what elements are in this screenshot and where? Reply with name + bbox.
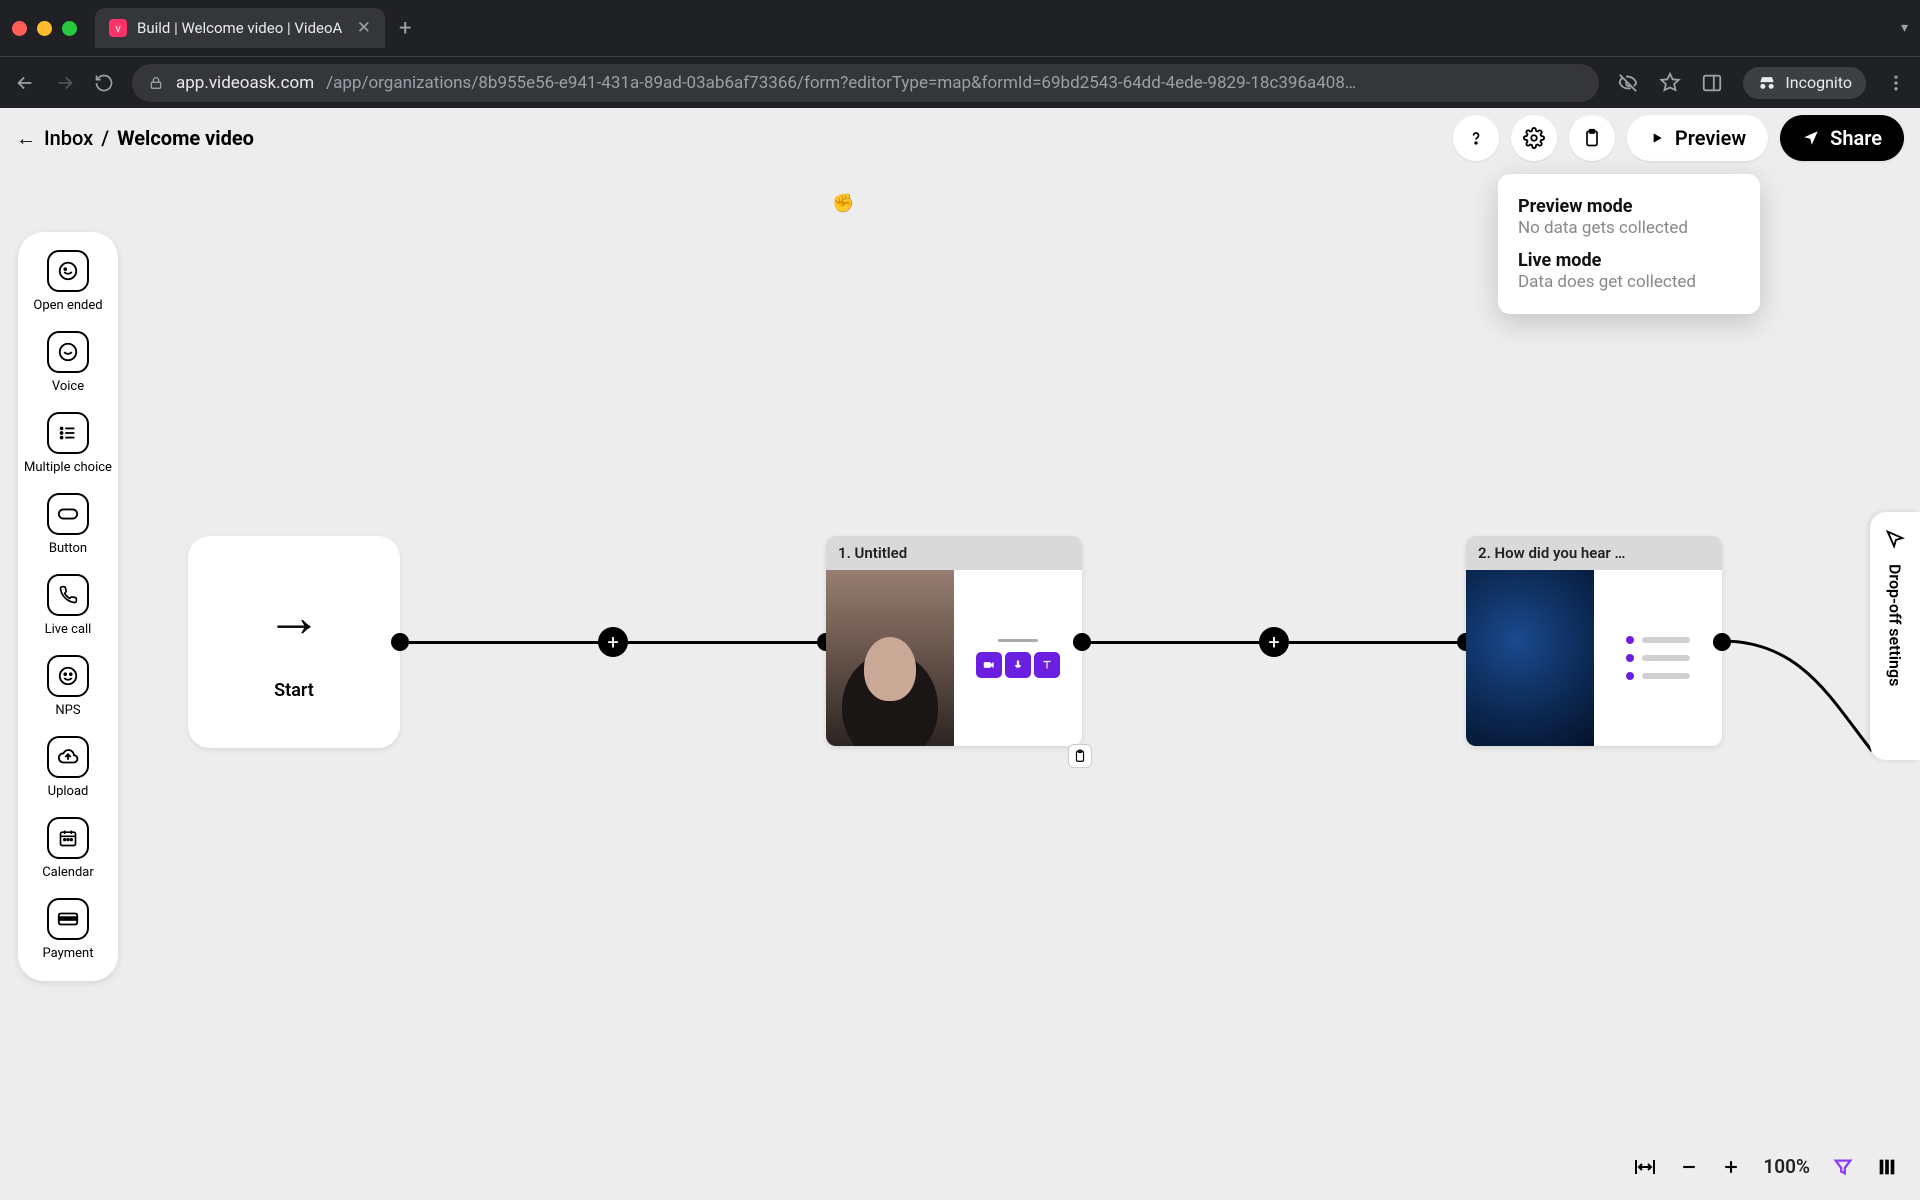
- choice-preview: [1626, 672, 1690, 680]
- window-controls[interactable]: [12, 21, 77, 36]
- choice-preview: [1626, 636, 1690, 644]
- dropoff-label: Drop-off settings: [1886, 564, 1905, 686]
- text-chip-icon: [1034, 652, 1060, 678]
- add-step-button[interactable]: +: [1259, 627, 1289, 657]
- placeholder-line: [998, 639, 1038, 642]
- incognito-icon: [1757, 73, 1777, 93]
- incognito-badge[interactable]: Incognito: [1743, 67, 1866, 99]
- nav-back-button[interactable]: [14, 72, 36, 94]
- kebab-menu-icon[interactable]: [1886, 73, 1906, 93]
- tabs-overflow-icon[interactable]: ▾: [1901, 20, 1908, 36]
- fit-width-button[interactable]: [1633, 1157, 1657, 1177]
- app-viewport: ← Inbox / Welcome video Preview Share Pr…: [0, 108, 1920, 1200]
- zoom-value: 100%: [1763, 1155, 1810, 1178]
- browser-address-bar: app.videoask.com/app/organizations/8b955…: [0, 56, 1920, 108]
- browser-titlebar: v Build | Welcome video | VideoA ✕ + ▾: [0, 0, 1920, 56]
- view-controls: 100%: [1633, 1155, 1898, 1178]
- nav-forward-button[interactable]: [54, 72, 76, 94]
- cursor-icon: [1884, 528, 1906, 550]
- start-node[interactable]: → Start: [188, 536, 400, 748]
- zoom-out-button[interactable]: [1679, 1157, 1699, 1177]
- new-tab-button[interactable]: +: [399, 16, 411, 41]
- zoom-in-button[interactable]: [1721, 1157, 1741, 1177]
- tab-favicon-icon: v: [109, 19, 127, 37]
- dropdown-preview-title: Preview mode: [1518, 196, 1740, 217]
- url-input[interactable]: app.videoask.com/app/organizations/8b955…: [132, 64, 1599, 102]
- audio-chip-icon: [1005, 652, 1031, 678]
- dropdown-preview-sub: No data gets collected: [1518, 218, 1740, 238]
- preview-mode-dropdown: Preview mode No data gets collected Live…: [1498, 174, 1760, 314]
- add-step-button[interactable]: +: [598, 627, 628, 657]
- tab-close-icon[interactable]: ✕: [357, 18, 371, 38]
- step-node-2[interactable]: 2. How did you hear …: [1466, 536, 1722, 746]
- nav-reload-button[interactable]: [94, 73, 114, 93]
- dropdown-live-sub: Data does get collected: [1518, 272, 1740, 292]
- dropdown-item-preview[interactable]: Preview mode No data gets collected: [1518, 190, 1740, 244]
- dropoff-settings-tab[interactable]: Drop-off settings: [1870, 512, 1920, 760]
- step-body: [826, 570, 1082, 746]
- step-node-1[interactable]: 1. Untitled: [826, 536, 1082, 746]
- lock-icon: [148, 75, 164, 91]
- tab-title: Build | Welcome video | VideoA: [137, 19, 347, 37]
- video-thumbnail: [826, 570, 954, 746]
- browser-chrome: v Build | Welcome video | VideoA ✕ + ▾ a…: [0, 0, 1920, 108]
- step-title: 2. How did you hear …: [1466, 536, 1722, 570]
- answer-type-preview: [1594, 570, 1722, 746]
- panel-icon[interactable]: [1701, 72, 1723, 94]
- dropdown-item-live[interactable]: Live mode Data does get collected: [1518, 244, 1740, 298]
- url-host: app.videoask.com: [176, 73, 314, 93]
- start-label: Start: [274, 680, 314, 701]
- video-thumbnail: [1466, 570, 1594, 746]
- grab-cursor-icon: ✊: [832, 193, 854, 214]
- arrow-right-icon: →: [266, 584, 322, 650]
- url-path: /app/organizations/8b955e56-e941-431a-89…: [326, 73, 1356, 93]
- bookmark-star-icon[interactable]: [1659, 72, 1681, 94]
- window-minimize-icon[interactable]: [37, 21, 52, 36]
- video-chip-icon: [976, 652, 1002, 678]
- step-options-button[interactable]: [1068, 744, 1092, 768]
- dropdown-live-title: Live mode: [1518, 250, 1740, 271]
- step-body: [1466, 570, 1722, 746]
- media-options: [976, 652, 1060, 678]
- step-title: 1. Untitled: [826, 536, 1082, 570]
- choice-preview: [1626, 654, 1690, 662]
- eye-off-icon[interactable]: [1617, 72, 1639, 94]
- incognito-label: Incognito: [1785, 73, 1852, 92]
- window-zoom-icon[interactable]: [62, 21, 77, 36]
- address-bar-actions: Incognito: [1617, 67, 1906, 99]
- filter-button[interactable]: [1832, 1156, 1854, 1178]
- browser-tab[interactable]: v Build | Welcome video | VideoA ✕: [95, 8, 385, 48]
- window-close-icon[interactable]: [12, 21, 27, 36]
- layout-grid-button[interactable]: [1876, 1156, 1898, 1178]
- answer-type-preview: [954, 570, 1082, 746]
